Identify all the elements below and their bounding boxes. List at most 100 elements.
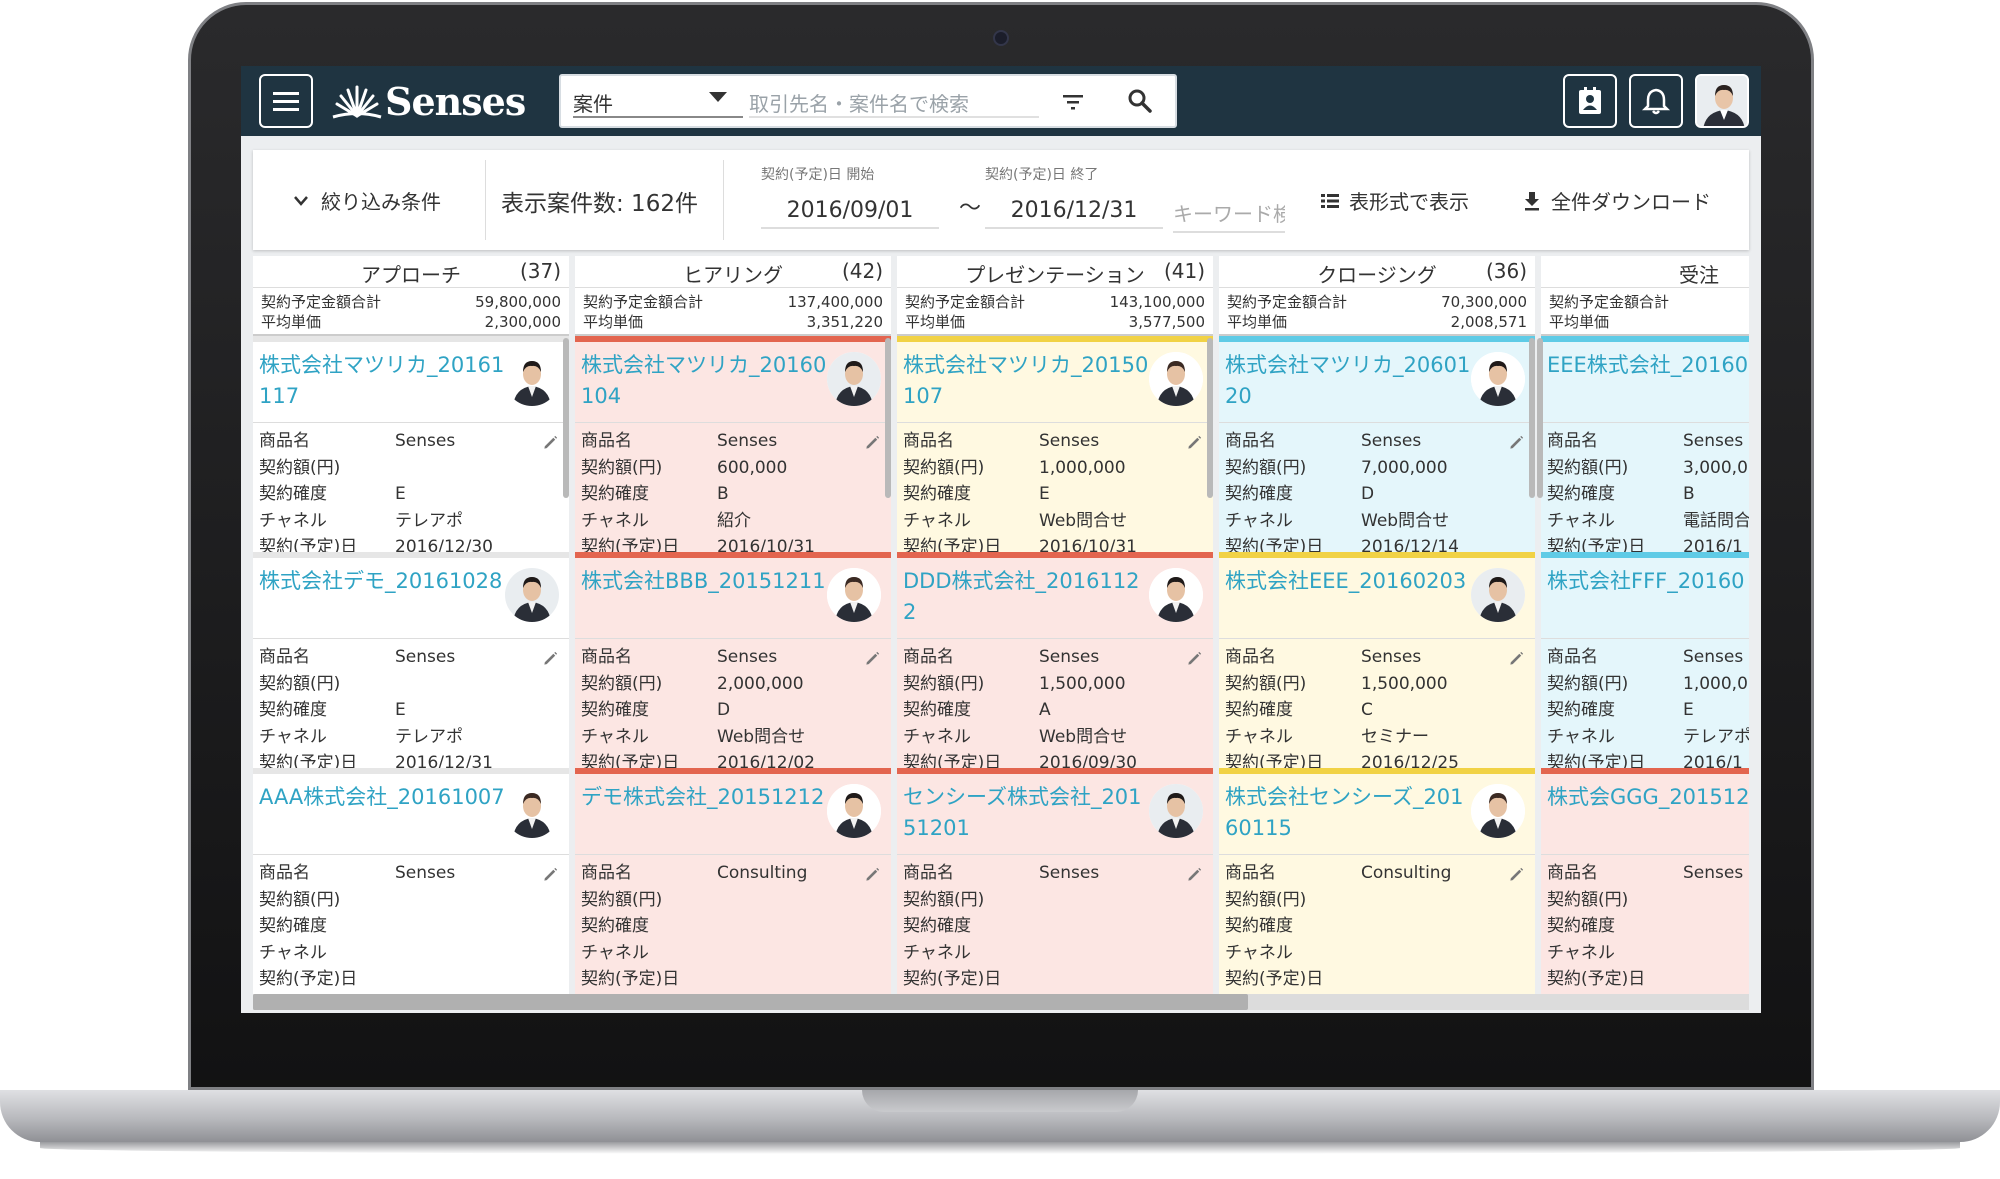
card-field-row: 契約確度 E [259, 697, 559, 724]
filter-conditions-toggle[interactable]: 絞り込み条件 [293, 186, 441, 215]
card-field-label: 契約額(円) [1225, 673, 1307, 694]
card-field-row: チャネル Web問合せ [903, 508, 1203, 535]
card-divider [1219, 422, 1535, 423]
deal-card-title[interactable]: 株式会社マツリカ_20161117 [259, 350, 505, 412]
table-view-label: 表形式で表示 [1349, 190, 1469, 214]
deal-card-title[interactable]: 株式会社デモ_20161028 [259, 566, 505, 597]
deal-card[interactable]: 株式会GGG_201512 商品名 Senses 契約額(円) 契約確度 チャネ… [1541, 768, 1749, 996]
pipeline-column: アプローチ (37) 契約予定金額合計 59,800,000 平均単価 2,300,… [253, 256, 569, 996]
card-field-value: E [1039, 484, 1050, 504]
deal-card-title[interactable]: AAA株式会社_20161007 [259, 782, 505, 813]
card-field-row: 商品名 Consulting [581, 860, 881, 887]
column-header: クロージング (36) [1219, 256, 1535, 288]
edit-pencil-icon[interactable] [1508, 433, 1525, 450]
card-field-row: 契約確度 B [581, 481, 881, 508]
card-field-row: 契約(予定)日 [259, 966, 559, 993]
deal-card-title[interactable]: 株式会社マツリカ_20160104 [581, 350, 827, 412]
filter-conditions-label: 絞り込み条件 [321, 190, 441, 214]
edit-pencil-icon[interactable] [864, 865, 881, 882]
deal-card-title[interactable]: 株式会社FFF_20160 [1547, 566, 1749, 597]
card-field-label: チャネル [903, 510, 971, 531]
edit-pencil-icon[interactable] [1186, 865, 1203, 882]
card-field-value: テレアポ [395, 726, 463, 747]
deal-card-title[interactable]: 株式会社マツリカ_2060120 [1225, 350, 1471, 412]
date-start-value[interactable]: 2016/09/01 [761, 198, 939, 229]
search-input[interactable]: 取引先名・案件名で検索 [749, 84, 1039, 118]
bell-icon [1641, 88, 1671, 115]
card-field-value: Senses [717, 431, 778, 451]
column-scrollbar[interactable] [1207, 338, 1213, 498]
card-field-label: 商品名 [259, 863, 310, 883]
card-details: 商品名 Consulting 契約額(円) 契約確度 チャネル 契約(予定)日 [581, 860, 881, 996]
card-field-label: 商品名 [1225, 863, 1276, 883]
card-field-row: 契約(予定)日 [903, 966, 1203, 993]
deal-card-title[interactable]: 株式会社BBB_20151211 [581, 566, 827, 597]
card-field-label: 契約確度 [1225, 916, 1293, 936]
column-count: (37) [519, 259, 561, 283]
card-divider [575, 638, 891, 639]
card-field-row: 契約額(円) 1,000,000 [903, 455, 1203, 482]
download-all-button[interactable]: 全件ダウンロード [1523, 186, 1711, 215]
column-summary: 契約予定金額合計 143,100,000 平均単価 3,577,500 [897, 288, 1213, 336]
deal-card[interactable]: デモ株式会社_20151212 商品名 Consulting 契約額(円) 契約… [575, 768, 891, 996]
card-field-row: 契約額(円) [259, 455, 559, 482]
table-view-button[interactable]: 表形式で表示 [1321, 186, 1469, 215]
deal-card-title[interactable]: センシーズ株式会社_20151201 [903, 782, 1149, 844]
user-avatar[interactable] [1695, 74, 1749, 128]
card-field-label: 契約確度 [581, 700, 649, 720]
column-header: プレゼンテーション (41) [897, 256, 1213, 288]
deal-card[interactable]: AAA株式会社_20161007 商品名 Senses 契約額(円) 契約確度 [253, 768, 569, 996]
avg-value: 3,351,220 [806, 313, 883, 331]
card-field-row: チャネル 電話問合 [1547, 508, 1749, 535]
edit-pencil-icon[interactable] [864, 649, 881, 666]
edit-pencil-icon[interactable] [1186, 433, 1203, 450]
deal-card-title[interactable]: 株式会社マツリカ_20150107 [903, 350, 1149, 412]
deal-card[interactable]: 株式会社センシーズ_20160115 商品名 Consulting 契約額(円)… [1219, 768, 1535, 996]
logo[interactable]: Senses [331, 78, 526, 124]
deal-card-title[interactable]: 株式会GGG_201512 [1547, 782, 1749, 813]
card-field-row: 契約確度 C [1225, 697, 1525, 724]
filter-icon[interactable] [1061, 90, 1085, 114]
chevron-down-icon [709, 92, 727, 102]
card-field-value: E [395, 484, 406, 504]
hamburger-menu-button[interactable] [259, 74, 313, 128]
edit-pencil-icon[interactable] [542, 865, 559, 882]
deal-card[interactable]: センシーズ株式会社_20151201 商品名 Senses 契約額(円) 契約確… [897, 768, 1213, 996]
card-field-row: 契約確度 E [259, 481, 559, 508]
horizontal-scrollbar[interactable] [253, 994, 1749, 1010]
card-field-label: 商品名 [259, 431, 310, 451]
deal-card-title[interactable]: 株式会社センシーズ_20160115 [1225, 782, 1471, 844]
horizontal-scrollbar-thumb[interactable] [253, 994, 1248, 1010]
owner-avatar [827, 784, 881, 838]
edit-pencil-icon[interactable] [542, 649, 559, 666]
edit-pencil-icon[interactable] [1508, 865, 1525, 882]
notifications-button[interactable] [1629, 74, 1683, 128]
card-field-value: Senses [395, 863, 456, 883]
column-scrollbar[interactable] [1529, 338, 1535, 498]
column-scrollbar[interactable] [563, 338, 569, 498]
deal-card-title[interactable]: EEE株式会社_20160 [1547, 350, 1749, 381]
edit-pencil-icon[interactable] [542, 433, 559, 450]
column-scrollbar[interactable] [1537, 338, 1543, 498]
keyword-input[interactable]: キーワード検索 [1173, 198, 1285, 233]
card-field-value: 600,000 [717, 457, 788, 478]
column-count: (41) [1163, 259, 1205, 283]
card-field-label: チャネル [903, 942, 971, 963]
edit-pencil-icon[interactable] [1186, 649, 1203, 666]
column-scrollbar[interactable] [885, 338, 891, 498]
deal-card-title[interactable]: DDD株式会社_20161122 [903, 566, 1149, 628]
contacts-button[interactable] [1563, 74, 1617, 128]
card-field-value: Consulting [717, 863, 808, 883]
deal-card-title[interactable]: 株式会社EEE_20160203 [1225, 566, 1471, 597]
search-icon[interactable] [1127, 88, 1153, 114]
card-field-row: チャネル [1225, 940, 1525, 967]
deal-card-title[interactable]: デモ株式会社_20151212 [581, 782, 827, 813]
pipeline-column: クロージング (36) 契約予定金額合計 70,300,000 平均単価 2,008… [1219, 256, 1535, 996]
card-field-label: 商品名 [903, 863, 954, 883]
card-field-row: 商品名 Senses [903, 428, 1203, 455]
date-start-field[interactable]: 契約(予定)日 開始 2016/09/01 [761, 164, 939, 236]
edit-pencil-icon[interactable] [1508, 649, 1525, 666]
date-end-value[interactable]: 2016/12/31 [985, 198, 1163, 229]
edit-pencil-icon[interactable] [864, 433, 881, 450]
date-end-field[interactable]: 契約(予定)日 終了 2016/12/31 [985, 164, 1163, 236]
